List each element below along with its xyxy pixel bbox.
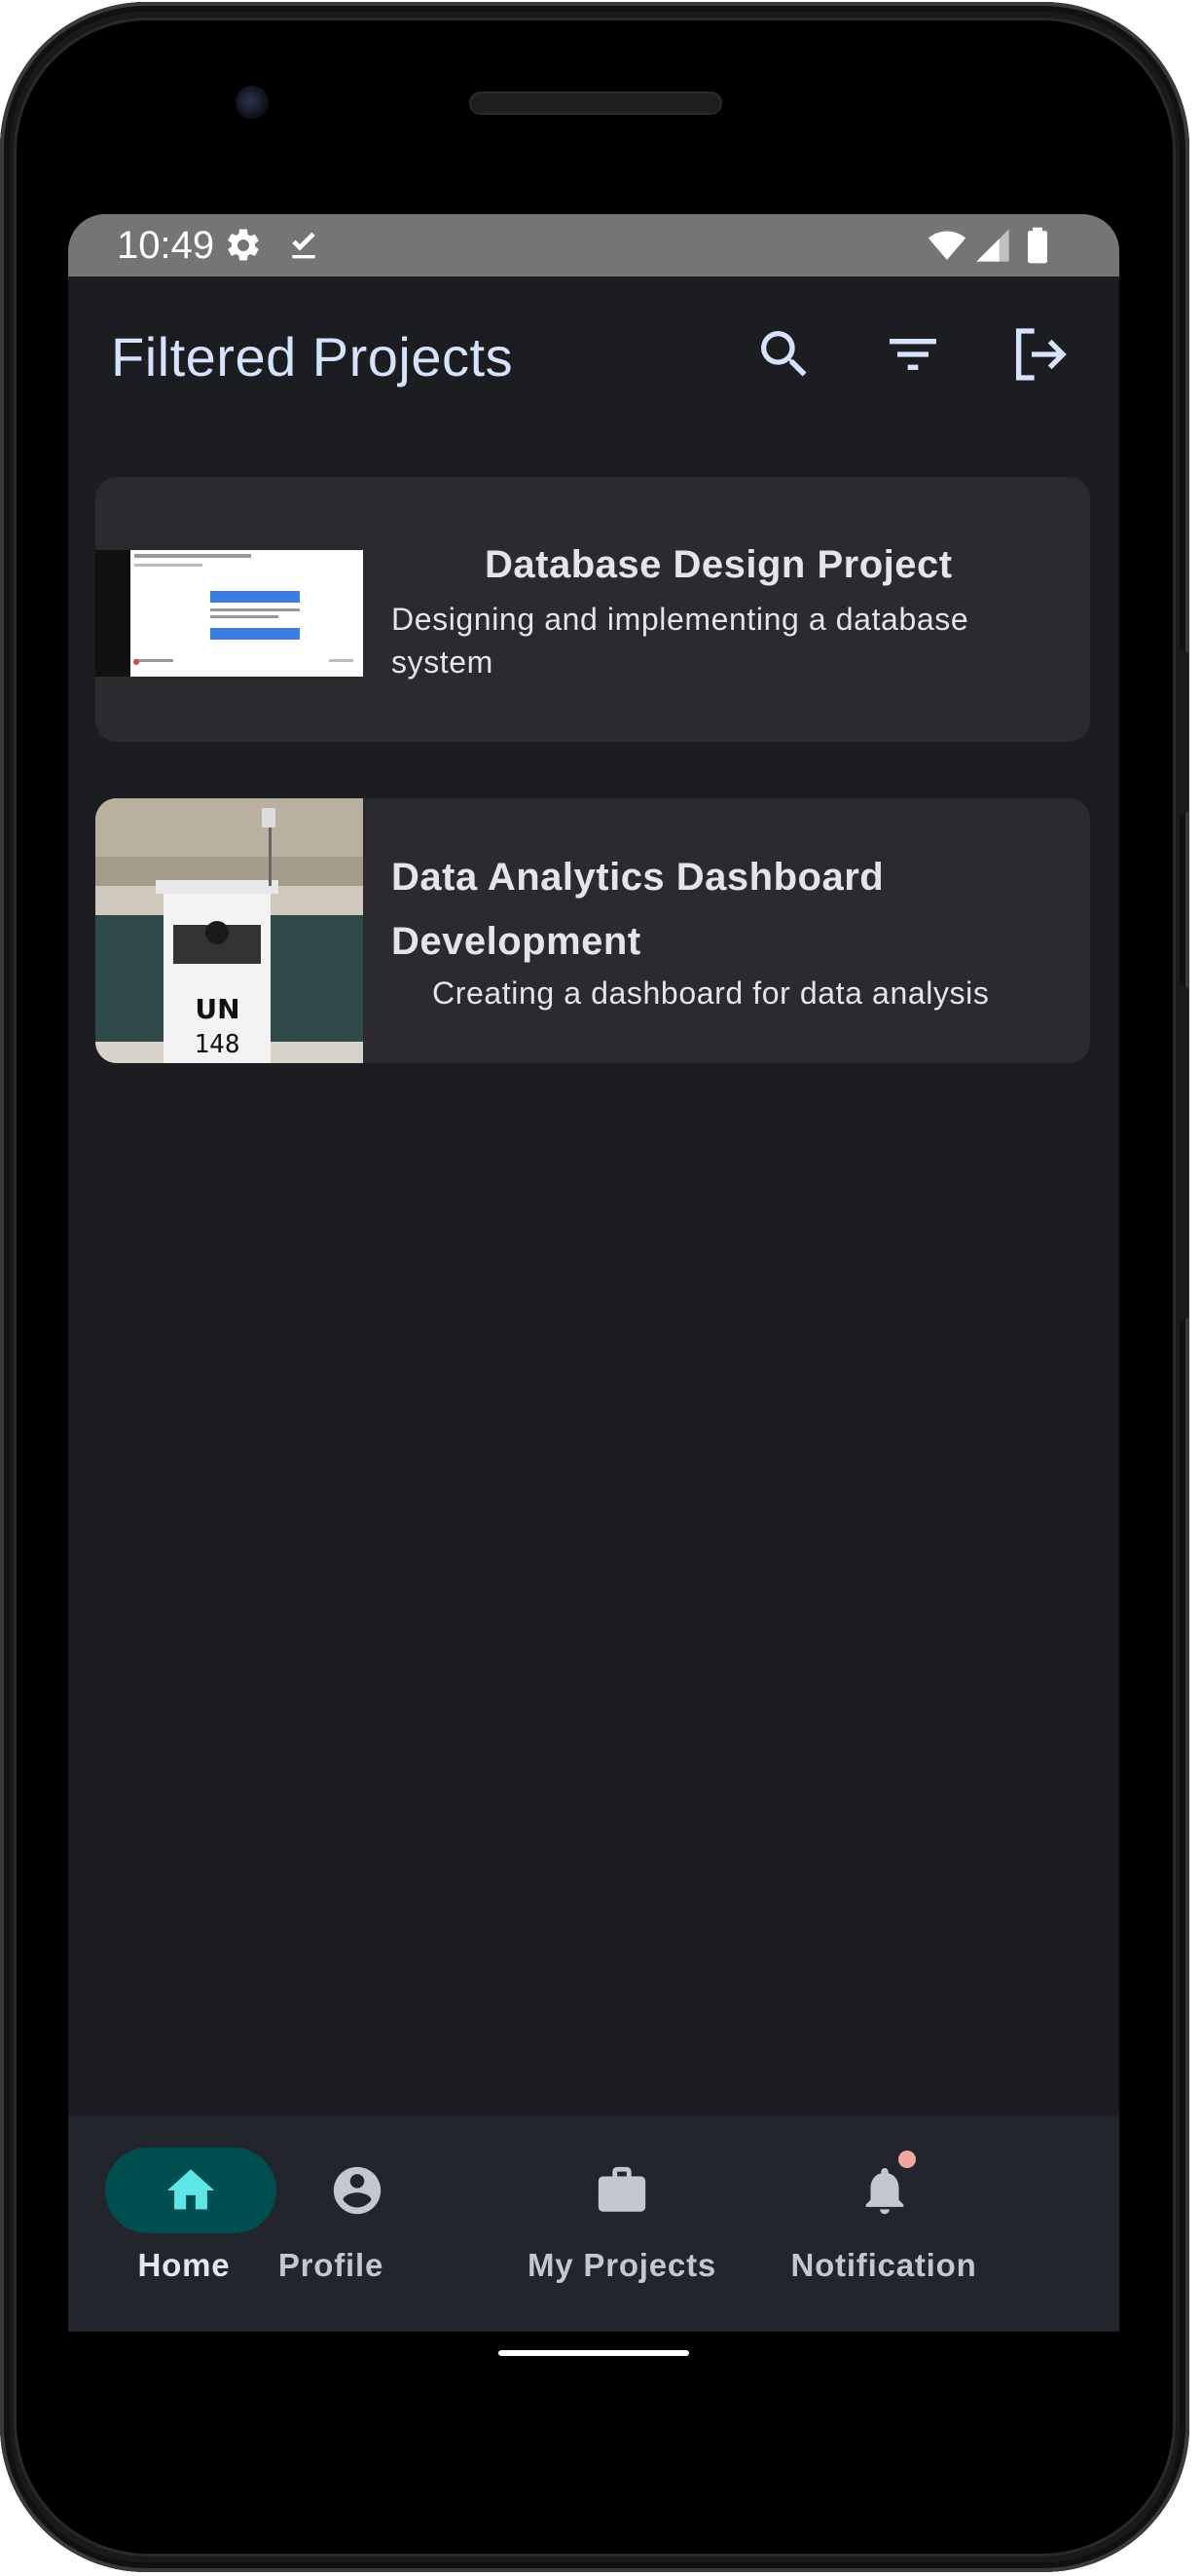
project-title: Data Analytics Dashboard Development xyxy=(391,856,885,963)
nav-item-notification[interactable]: Notification xyxy=(790,2116,1119,2332)
nav-label-profile: Profile xyxy=(277,2247,384,2283)
earpiece-speaker xyxy=(469,92,722,115)
wifi-icon xyxy=(928,231,966,260)
bell-icon xyxy=(865,2168,904,2215)
project-thumbnail-screenshot xyxy=(95,542,363,677)
briefcase-icon xyxy=(598,2166,646,2212)
thumbnail-sign-un: UN xyxy=(195,993,240,1025)
project-description: Designing and implementing a database sy… xyxy=(391,602,969,680)
project-card[interactable]: UN 148 Data Analytics Dashboard Developm… xyxy=(95,798,1090,1063)
front-camera xyxy=(236,86,269,119)
volume-button xyxy=(1177,985,1188,1321)
app-screen: 10:49 Filtered Projects Database Design … xyxy=(68,214,1119,2332)
home-gesture-bar[interactable] xyxy=(498,2350,689,2356)
cell-signal-icon xyxy=(976,229,1009,262)
project-card[interactable]: Database Design Project Designing and im… xyxy=(95,477,1090,742)
page-title: Filtered Projects xyxy=(111,326,514,387)
status-time: 10:49 xyxy=(117,224,215,267)
top-app-bar: Filtered Projects xyxy=(68,276,1119,432)
battery-icon xyxy=(1028,227,1047,264)
home-icon xyxy=(166,2169,215,2210)
project-title: Database Design Project xyxy=(485,543,953,586)
thumbnail-sign-number: 148 xyxy=(194,1030,240,1059)
notification-badge xyxy=(898,2151,916,2168)
search-icon[interactable] xyxy=(753,323,816,386)
project-description: Creating a dashboard for data analysis xyxy=(432,975,990,1011)
nav-label-my-projects: My Projects xyxy=(527,2247,717,2283)
nav-item-my-projects[interactable]: My Projects xyxy=(528,2116,856,2332)
nav-label-notification: Notification xyxy=(790,2247,977,2283)
bottom-navigation: Home Profile My Projects Notification xyxy=(68,2116,1119,2332)
nav-item-profile[interactable]: Profile xyxy=(278,2116,594,2332)
gear-icon xyxy=(228,229,259,261)
filter-icon[interactable] xyxy=(882,323,944,386)
download-done-icon xyxy=(292,232,315,259)
status-bar: 10:49 xyxy=(68,214,1119,276)
power-button xyxy=(1177,649,1188,815)
logout-icon[interactable] xyxy=(1008,323,1071,386)
account-circle-icon xyxy=(333,2166,382,2215)
nav-item-home[interactable]: Home xyxy=(68,2116,331,2332)
